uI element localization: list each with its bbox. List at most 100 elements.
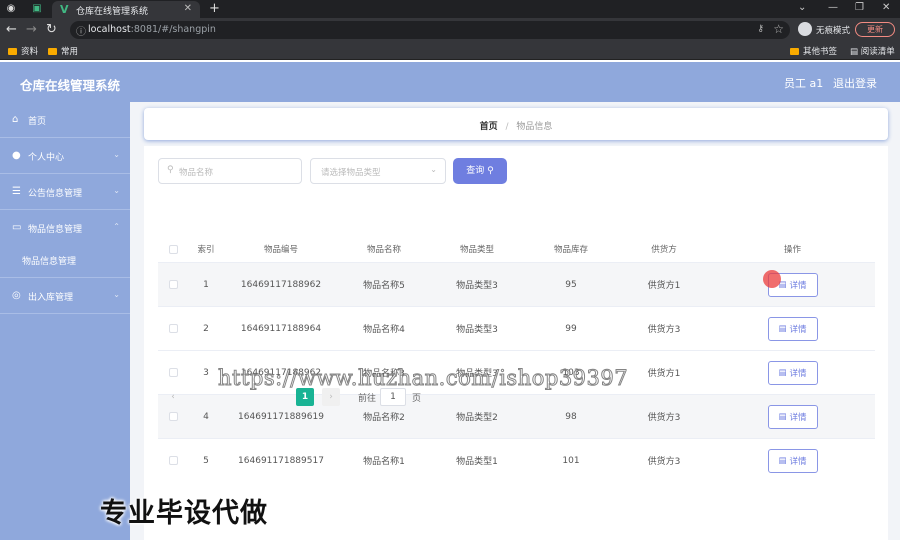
incognito-avatar-icon[interactable]	[798, 22, 812, 36]
cell-type: 物品类型2	[456, 413, 498, 423]
sidebar-item-goods[interactable]: ▭ 物品信息管理 ⌃	[0, 210, 130, 246]
vue-logo-icon: V	[60, 3, 69, 16]
cell-action: ▤ 详情	[710, 439, 875, 482]
row-checkbox[interactable]	[158, 439, 188, 482]
row-checkbox[interactable]	[158, 307, 188, 350]
goto-page-input[interactable]: 1	[380, 388, 406, 406]
bookmark-star-icon[interactable]: ☆	[773, 22, 784, 36]
header-index: 索引	[197, 245, 215, 255]
bookmark-folder-changyong[interactable]: 常用	[48, 45, 78, 57]
cell-supplier: 供货方1	[647, 281, 681, 291]
page-suffix: 页	[412, 394, 422, 404]
search-placeholder: 物品名称	[179, 168, 214, 178]
cell-code: 16469117188962	[240, 279, 322, 290]
detail-button[interactable]: ▤ 详情	[767, 404, 818, 429]
header-stock: 物品库存	[553, 245, 588, 255]
tab-close-icon[interactable]: ✕	[184, 3, 192, 14]
document-icon: ▤	[778, 323, 787, 334]
cell-action: ▤ 详情	[710, 351, 875, 394]
goto-label: 前往	[358, 394, 377, 404]
key-icon[interactable]: ⚷	[757, 24, 764, 34]
document-icon: ▤	[778, 411, 787, 422]
document-icon: ▤	[778, 367, 787, 378]
warehouse-icon: ◎	[12, 290, 21, 301]
cell-index: 2	[203, 323, 209, 334]
incognito-label: 无痕模式	[816, 26, 851, 36]
browser-tab-active[interactable]: V 仓库在线管理系统 ✕	[52, 1, 200, 18]
chevron-down-icon[interactable]: ⌄	[798, 2, 806, 13]
goods-type-select[interactable]: 请选择物品类型 ⌄	[310, 158, 446, 184]
header-name: 物品名称	[366, 245, 401, 255]
reload-icon[interactable]: ↻	[46, 22, 57, 38]
cell-type: 物品类型3	[456, 325, 498, 335]
prev-page-button[interactable]: ‹	[166, 388, 180, 406]
goods-name-search-input[interactable]: ⚲ 物品名称	[158, 158, 302, 184]
header-supplier: 供货方	[651, 245, 677, 255]
bookmark-folder-other[interactable]: 其他书签	[790, 45, 837, 57]
sidebar-item-profile[interactable]: ● 个人中心 ⌄	[0, 138, 130, 174]
breadcrumb: 首页 / 物品信息	[144, 119, 888, 132]
cell-action: ▤ 详情	[710, 395, 875, 438]
detail-button[interactable]: ▤ 详情	[767, 360, 818, 385]
chevron-down-icon: ⌄	[113, 290, 120, 299]
window-close-icon[interactable]: ✕	[882, 2, 890, 13]
browser-menu-icon[interactable]: ◉	[4, 2, 18, 16]
cell-index: 5	[203, 455, 209, 466]
cell-name: 物品名称5	[363, 281, 405, 291]
sidebar-item-home[interactable]: ⌂ 首页	[0, 102, 130, 138]
header-code: 物品编号	[263, 245, 298, 255]
header-type: 物品类型	[459, 245, 494, 255]
cell-name: 物品名称1	[363, 457, 405, 467]
update-button[interactable]: 更新	[855, 22, 895, 37]
reading-list[interactable]: ▤ 阅读清单	[850, 45, 895, 57]
site-info-icon[interactable]: ⓘ	[76, 23, 86, 38]
cell-stock: 101	[562, 455, 580, 466]
watermark-caption: 专业毕设代做	[100, 498, 268, 529]
breadcrumb-card: 首页 / 物品信息	[144, 108, 888, 140]
minimize-icon[interactable]: —	[828, 2, 838, 13]
bookmarks-bar: 资料 常用 其他书签 ▤ 阅读清单	[0, 42, 900, 60]
table-row: 2 16469117188964 物品名称4 物品类型3 99 供货方3 ▤ 详情	[158, 306, 875, 350]
click-indicator	[763, 270, 781, 288]
new-tab-button[interactable]: +	[209, 0, 220, 17]
cell-supplier: 供货方3	[647, 457, 681, 467]
app-title: 仓库在线管理系统	[20, 78, 121, 93]
watermark-url: https://www.huzhan.com/ishop39397	[217, 366, 629, 391]
breadcrumb-home[interactable]: 首页	[480, 122, 498, 132]
cell-stock: 99	[565, 323, 577, 334]
sidebar-item-notice[interactable]: ☰ 公告信息管理 ⌄	[0, 174, 130, 210]
cell-supplier: 供货方3	[647, 413, 681, 423]
goods-icon: ▭	[12, 222, 22, 233]
bookmark-folder-ziliao[interactable]: 资料	[8, 45, 38, 57]
folder-icon	[8, 48, 17, 55]
cell-stock: 95	[565, 279, 577, 290]
url-text: localhost:8081/#/shangpin	[88, 24, 216, 35]
main-area: 首页 / 物品信息 ⚲ 物品名称 请选择物品类型 ⌄ 查询 ⚲ 索引 物品编号 …	[130, 102, 900, 540]
table-row: 5 164691171889517 物品名称1 物品类型1 101 供货方3 ▤…	[158, 438, 875, 482]
pinned-tab-icon[interactable]: ▣	[30, 2, 44, 16]
table-header: 索引 物品编号 物品名称 物品类型 物品库存 供货方 操作	[158, 236, 875, 262]
select-all-checkbox[interactable]	[158, 236, 188, 262]
cell-code: 164691171889619	[238, 411, 324, 422]
restore-icon[interactable]: ❐	[855, 2, 864, 13]
query-button[interactable]: 查询 ⚲	[453, 158, 507, 184]
cell-name: 物品名称4	[363, 325, 405, 335]
cell-index: 1	[203, 279, 209, 290]
chevron-up-icon: ⌃	[113, 222, 120, 231]
sidebar-item-stock[interactable]: ◎ 出入库管理 ⌄	[0, 278, 130, 314]
detail-button[interactable]: ▤ 详情	[767, 448, 818, 473]
reading-list-icon: ▤	[850, 47, 861, 57]
sidebar-subitem-goods-info[interactable]: 物品信息管理	[0, 242, 130, 278]
chevron-down-icon: ⌄	[113, 150, 120, 159]
next-page-button[interactable]: ›	[322, 388, 340, 406]
forward-icon[interactable]: →	[26, 22, 37, 38]
chevron-down-icon: ⌄	[113, 186, 120, 195]
app-header: 仓库在线管理系统 员工 a1 退出登录	[0, 62, 900, 102]
current-user: 员工 a1	[784, 77, 824, 90]
row-checkbox[interactable]	[158, 263, 188, 306]
back-icon[interactable]: ←	[6, 22, 17, 38]
detail-button[interactable]: ▤ 详情	[767, 316, 818, 341]
address-bar[interactable]: ⓘ localhost:8081/#/shangpin ⚷ ☆	[70, 21, 790, 39]
logout-link[interactable]: 退出登录	[833, 75, 877, 91]
page-number-current[interactable]: 1	[296, 388, 314, 406]
